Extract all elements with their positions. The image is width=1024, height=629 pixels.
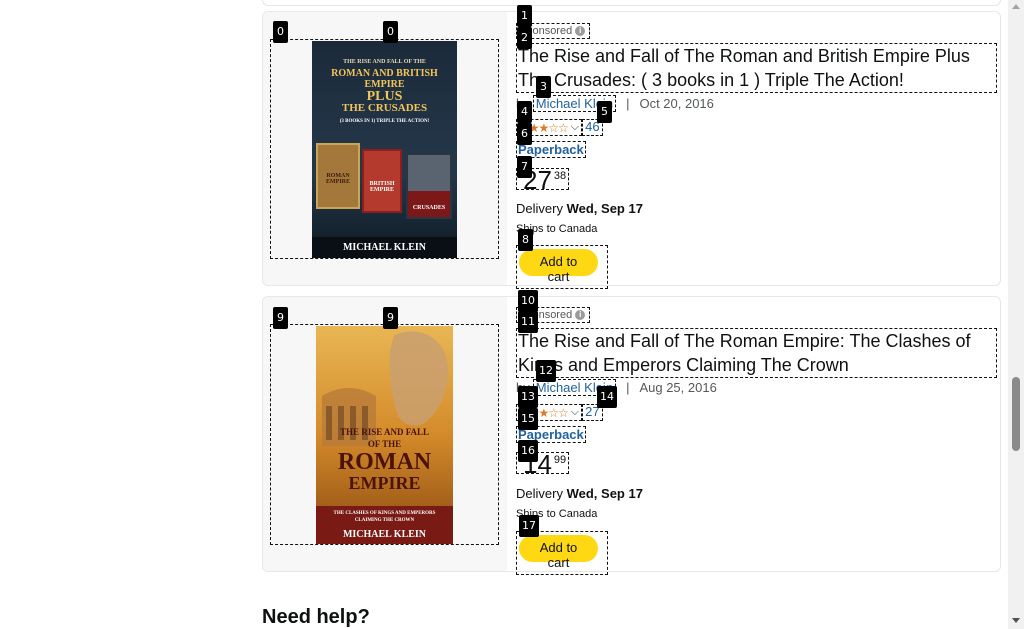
mark-badge-16: 16	[518, 440, 538, 462]
cover-title-line-1: THE RISE AND FALL OF THE	[343, 59, 426, 65]
mark-badge-0: 0	[383, 21, 398, 43]
mark-badge-17: 17	[519, 515, 539, 537]
mark-badge-13: 13	[518, 386, 538, 408]
mark-badge-1: 1	[517, 5, 532, 27]
book-cover-image: THE RISE AND FALL OF THE ROMAN EMPIRE TH…	[316, 326, 453, 544]
product-title-link[interactable]: The Rise and Fall of The Roman Empire: T…	[516, 328, 997, 378]
mark-badge-15: 15	[518, 408, 538, 430]
need-help-heading: Need help?	[262, 606, 370, 628]
mini-book-1-title: ROMAN EMPIRE	[326, 173, 350, 185]
cover-subtitle: THE CLASHES OF KINGS AND EMPERORS CLAIMI…	[333, 511, 436, 523]
delivery-label: Delivery	[516, 486, 563, 501]
page-scrollbar[interactable]	[1008, 0, 1024, 629]
add-to-cart-container: Add to cart	[516, 245, 608, 289]
delivery-date: Wed, Sep 17	[566, 486, 643, 501]
cover-title-line-3: ROMAN	[337, 449, 432, 475]
cover-author: MICHAEL KLEIN	[342, 242, 427, 253]
scroll-up-arrow-icon[interactable]	[1012, 4, 1020, 9]
delivery-date: Wed, Sep 17	[566, 201, 643, 216]
cover-title-line-1: THE RISE AND FALL	[339, 427, 430, 437]
add-to-cart-button[interactable]: Add to cart	[519, 249, 598, 284]
mark-badge-6: 6	[517, 123, 532, 145]
info-icon[interactable]: i	[575, 26, 586, 36]
publish-date: Aug 25, 2016	[639, 380, 717, 395]
product-image-link[interactable]: THE RISE AND FALL OF THE ROMAN EMPIRE TH…	[270, 324, 499, 545]
mark-badge-10: 10	[518, 290, 538, 312]
byline-separator: |	[626, 380, 630, 395]
cover-title-line-5: THE CRUSADES	[341, 102, 428, 114]
product-image-link[interactable]: THE RISE AND FALL OF THE ROMAN AND BRITI…	[270, 39, 499, 259]
publish-date: Oct 20, 2016	[639, 96, 714, 111]
price-fraction: 99	[553, 454, 567, 466]
mark-badge-3: 3	[536, 76, 551, 98]
mark-badge-9: 9	[273, 307, 288, 329]
price-fraction: 38	[553, 170, 567, 182]
product-card-1: THE RISE AND FALL OF THE ROMAN AND BRITI…	[262, 11, 1001, 289]
chevron-down-icon: ⌵	[570, 121, 580, 133]
scroll-down-arrow-icon[interactable]	[1012, 618, 1020, 623]
mark-badge-2: 2	[517, 27, 532, 49]
chevron-down-icon: ⌵	[570, 406, 580, 418]
cover-author: MICHAEL KLEIN	[342, 529, 427, 540]
cover-title-line-4: EMPIRE	[348, 473, 421, 493]
mark-badge-8: 8	[518, 229, 533, 251]
product-details: Sponsored i The Rise and Fall of The Rom…	[516, 12, 1000, 289]
product-details: Sponsored i The Rise and Fall of The Rom…	[516, 297, 1000, 575]
mini-book-3-title: CRUSADES	[412, 205, 446, 211]
mini-book-2-title: BRITISH EMPIRE	[369, 181, 395, 193]
product-title-link[interactable]: The Rise and Fall of The Roman and Briti…	[516, 43, 997, 93]
info-icon[interactable]: i	[575, 310, 586, 320]
mark-badge-11: 11	[518, 311, 538, 333]
byline-separator: |	[626, 96, 630, 111]
scrollbar-thumb[interactable]	[1012, 377, 1020, 451]
book-cover-image: THE RISE AND FALL OF THE ROMAN AND BRITI…	[312, 41, 457, 258]
cover-subtitle: (3 BOOKS IN 1) TRIPLE THE ACTION!	[339, 119, 430, 124]
previous-card-bottom	[262, 0, 1001, 6]
cover-title-line-2: ROMAN AND BRITISH	[331, 68, 438, 79]
mark-badge-5: 5	[597, 101, 612, 123]
mark-badge-9: 9	[383, 307, 398, 329]
mark-badge-12: 12	[536, 360, 556, 382]
delivery-label: Delivery	[516, 201, 563, 216]
mark-badge-14: 14	[597, 386, 617, 408]
product-card-2: THE RISE AND FALL OF THE ROMAN EMPIRE TH…	[262, 296, 1001, 575]
add-to-cart-button[interactable]: Add to cart	[519, 535, 598, 570]
mark-badge-7: 7	[517, 156, 532, 178]
delivery-info: Delivery Wed, Sep 17	[516, 486, 643, 501]
mark-badge-4: 4	[517, 101, 532, 123]
delivery-info: Delivery Wed, Sep 17	[516, 201, 643, 216]
add-to-cart-container: Add to cart	[516, 531, 608, 575]
mark-badge-0: 0	[273, 21, 288, 43]
